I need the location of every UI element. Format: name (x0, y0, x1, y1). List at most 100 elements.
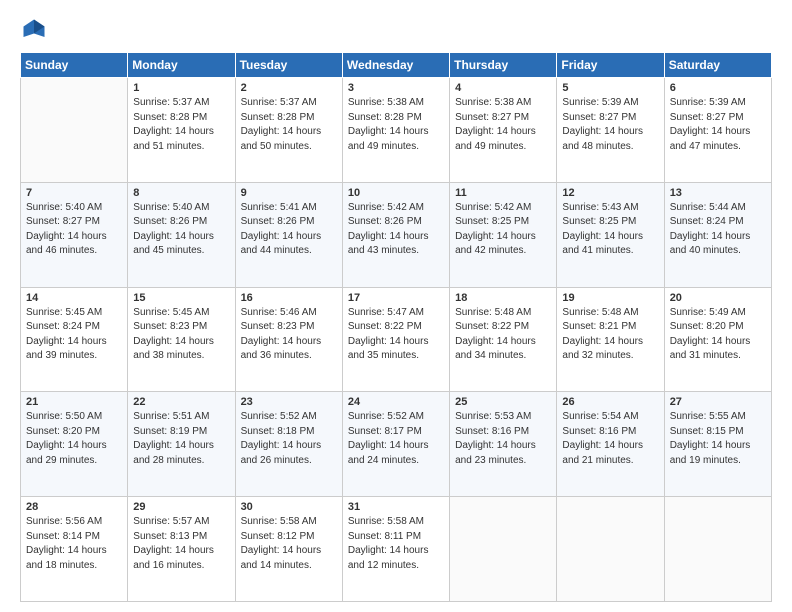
day-info: Sunrise: 5:45 AM Sunset: 8:23 PM Dayligh… (133, 306, 229, 364)
day-number: 14 (26, 292, 122, 304)
day-cell: 4 Sunrise: 5:38 AM Sunset: 8:27 PM Daylig… (450, 78, 557, 183)
day-cell: 28 Sunrise: 5:56 AM Sunset: 8:14 PM Dayli… (21, 497, 128, 602)
day-cell: 10 Sunrise: 5:42 AM Sunset: 8:26 PM Dayli… (342, 182, 449, 287)
day-cell (450, 497, 557, 602)
day-number: 6 (670, 82, 766, 94)
day-info: Sunrise: 5:42 AM Sunset: 8:26 PM Dayligh… (348, 201, 444, 259)
col-header-sunday: Sunday (21, 53, 128, 78)
day-cell: 15 Sunrise: 5:45 AM Sunset: 8:23 PM Dayli… (128, 287, 235, 392)
day-info: Sunrise: 5:45 AM Sunset: 8:24 PM Dayligh… (26, 306, 122, 364)
day-number: 28 (26, 501, 122, 513)
day-number: 7 (26, 187, 122, 199)
day-info: Sunrise: 5:58 AM Sunset: 8:11 PM Dayligh… (348, 515, 444, 573)
day-info: Sunrise: 5:41 AM Sunset: 8:26 PM Dayligh… (241, 201, 337, 259)
day-number: 22 (133, 396, 229, 408)
day-cell: 11Sunrise: 5:42 AM Sunset: 8:25 PM Dayli… (450, 182, 557, 287)
day-info: Sunrise: 5:52 AM Sunset: 8:17 PM Dayligh… (348, 410, 444, 468)
logo-icon (20, 16, 48, 44)
day-cell: 16 Sunrise: 5:46 AM Sunset: 8:23 PM Dayli… (235, 287, 342, 392)
day-cell: 24 Sunrise: 5:52 AM Sunset: 8:17 PM Dayli… (342, 392, 449, 497)
col-header-tuesday: Tuesday (235, 53, 342, 78)
day-number: 10 (348, 187, 444, 199)
day-cell: 6 Sunrise: 5:39 AM Sunset: 8:27 PM Daylig… (664, 78, 771, 183)
day-info: Sunrise: 5:40 AM Sunset: 8:26 PM Dayligh… (133, 201, 229, 259)
day-cell: 1 Sunrise: 5:37 AM Sunset: 8:28 PM Daylig… (128, 78, 235, 183)
day-number: 2 (241, 82, 337, 94)
day-cell: 7 Sunrise: 5:40 AM Sunset: 8:27 PM Daylig… (21, 182, 128, 287)
day-cell: 12 Sunrise: 5:43 AM Sunset: 8:25 PM Dayli… (557, 182, 664, 287)
day-cell (21, 78, 128, 183)
day-number: 8 (133, 187, 229, 199)
day-info: Sunrise: 5:56 AM Sunset: 8:14 PM Dayligh… (26, 515, 122, 573)
day-number: 29 (133, 501, 229, 513)
day-info: Sunrise: 5:40 AM Sunset: 8:27 PM Dayligh… (26, 201, 122, 259)
day-number: 9 (241, 187, 337, 199)
day-number: 18 (455, 292, 551, 304)
day-number: 17 (348, 292, 444, 304)
day-cell: 13 Sunrise: 5:44 AM Sunset: 8:24 PM Dayli… (664, 182, 771, 287)
day-cell: 5Sunrise: 5:39 AM Sunset: 8:27 PM Daylig… (557, 78, 664, 183)
day-cell: 20 Sunrise: 5:49 AM Sunset: 8:20 PM Dayli… (664, 287, 771, 392)
day-number: 27 (670, 396, 766, 408)
day-cell: 19Sunrise: 5:48 AM Sunset: 8:21 PM Dayli… (557, 287, 664, 392)
header (20, 16, 772, 44)
day-info: Sunrise: 5:48 AM Sunset: 8:21 PM Dayligh… (562, 306, 658, 364)
day-cell: 18 Sunrise: 5:48 AM Sunset: 8:22 PM Dayli… (450, 287, 557, 392)
day-info: Sunrise: 5:43 AM Sunset: 8:25 PM Dayligh… (562, 201, 658, 259)
day-number: 24 (348, 396, 444, 408)
day-cell: 30 Sunrise: 5:58 AM Sunset: 8:12 PM Dayli… (235, 497, 342, 602)
week-row-2: 7 Sunrise: 5:40 AM Sunset: 8:27 PM Daylig… (21, 182, 772, 287)
day-cell: 29 Sunrise: 5:57 AM Sunset: 8:13 PM Dayli… (128, 497, 235, 602)
day-info: Sunrise: 5:51 AM Sunset: 8:19 PM Dayligh… (133, 410, 229, 468)
day-number: 15 (133, 292, 229, 304)
day-info: Sunrise: 5:38 AM Sunset: 8:28 PM Dayligh… (348, 96, 444, 154)
day-number: 16 (241, 292, 337, 304)
calendar-header-row: SundayMondayTuesdayWednesdayThursdayFrid… (21, 53, 772, 78)
week-row-5: 28 Sunrise: 5:56 AM Sunset: 8:14 PM Dayli… (21, 497, 772, 602)
day-number: 12 (562, 187, 658, 199)
day-info: Sunrise: 5:39 AM Sunset: 8:27 PM Dayligh… (670, 96, 766, 154)
day-info: Sunrise: 5:37 AM Sunset: 8:28 PM Dayligh… (241, 96, 337, 154)
day-cell: 21Sunrise: 5:50 AM Sunset: 8:20 PM Dayli… (21, 392, 128, 497)
week-row-3: 14 Sunrise: 5:45 AM Sunset: 8:24 PM Dayli… (21, 287, 772, 392)
day-cell: 31 Sunrise: 5:58 AM Sunset: 8:11 PM Dayli… (342, 497, 449, 602)
day-info: Sunrise: 5:48 AM Sunset: 8:22 PM Dayligh… (455, 306, 551, 364)
day-cell (557, 497, 664, 602)
col-header-saturday: Saturday (664, 53, 771, 78)
day-info: Sunrise: 5:44 AM Sunset: 8:24 PM Dayligh… (670, 201, 766, 259)
day-number: 3 (348, 82, 444, 94)
day-info: Sunrise: 5:54 AM Sunset: 8:16 PM Dayligh… (562, 410, 658, 468)
day-cell: 25Sunrise: 5:53 AM Sunset: 8:16 PM Dayli… (450, 392, 557, 497)
day-info: Sunrise: 5:49 AM Sunset: 8:20 PM Dayligh… (670, 306, 766, 364)
week-row-1: 1 Sunrise: 5:37 AM Sunset: 8:28 PM Daylig… (21, 78, 772, 183)
day-number: 30 (241, 501, 337, 513)
day-cell: 23Sunrise: 5:52 AM Sunset: 8:18 PM Dayli… (235, 392, 342, 497)
day-cell: 8 Sunrise: 5:40 AM Sunset: 8:26 PM Daylig… (128, 182, 235, 287)
day-cell: 26Sunrise: 5:54 AM Sunset: 8:16 PM Dayli… (557, 392, 664, 497)
day-number: 20 (670, 292, 766, 304)
page: SundayMondayTuesdayWednesdayThursdayFrid… (0, 0, 792, 612)
col-header-thursday: Thursday (450, 53, 557, 78)
day-info: Sunrise: 5:57 AM Sunset: 8:13 PM Dayligh… (133, 515, 229, 573)
day-number: 13 (670, 187, 766, 199)
day-info: Sunrise: 5:39 AM Sunset: 8:27 PM Dayligh… (562, 96, 658, 154)
day-number: 31 (348, 501, 444, 513)
calendar-table: SundayMondayTuesdayWednesdayThursdayFrid… (20, 52, 772, 602)
day-number: 1 (133, 82, 229, 94)
day-info: Sunrise: 5:37 AM Sunset: 8:28 PM Dayligh… (133, 96, 229, 154)
day-cell: 2 Sunrise: 5:37 AM Sunset: 8:28 PM Daylig… (235, 78, 342, 183)
day-cell: 17 Sunrise: 5:47 AM Sunset: 8:22 PM Dayli… (342, 287, 449, 392)
day-number: 23 (241, 396, 337, 408)
week-row-4: 21Sunrise: 5:50 AM Sunset: 8:20 PM Dayli… (21, 392, 772, 497)
col-header-friday: Friday (557, 53, 664, 78)
day-info: Sunrise: 5:47 AM Sunset: 8:22 PM Dayligh… (348, 306, 444, 364)
day-cell: 14 Sunrise: 5:45 AM Sunset: 8:24 PM Dayli… (21, 287, 128, 392)
day-info: Sunrise: 5:53 AM Sunset: 8:16 PM Dayligh… (455, 410, 551, 468)
day-info: Sunrise: 5:46 AM Sunset: 8:23 PM Dayligh… (241, 306, 337, 364)
day-number: 4 (455, 82, 551, 94)
day-cell: 3 Sunrise: 5:38 AM Sunset: 8:28 PM Daylig… (342, 78, 449, 183)
day-info: Sunrise: 5:38 AM Sunset: 8:27 PM Dayligh… (455, 96, 551, 154)
day-info: Sunrise: 5:58 AM Sunset: 8:12 PM Dayligh… (241, 515, 337, 573)
day-number: 11 (455, 187, 551, 199)
col-header-wednesday: Wednesday (342, 53, 449, 78)
